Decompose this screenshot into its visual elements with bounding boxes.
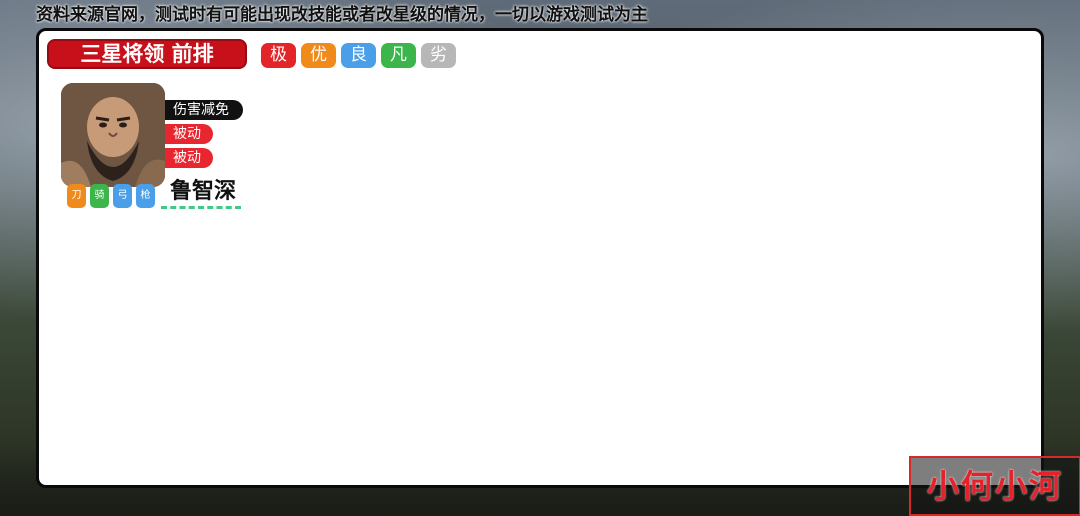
author-watermark: 小何小河 (909, 456, 1080, 516)
hero-portrait-image (61, 83, 165, 187)
tier-badge-lie: 劣 (421, 43, 456, 68)
tier-badge-you: 优 (301, 43, 336, 68)
tier-badge-fan: 凡 (381, 43, 416, 68)
weapon-badge-spear: 枪 (136, 184, 155, 208)
weapon-badge-cavalry: 骑 (90, 184, 109, 208)
source-notice: 资料来源官网，测试时有可能出现改技能或者改星级的情况，一切以游戏测试为主 (36, 5, 648, 25)
weapon-types: 刀 骑 弓 枪 (67, 184, 155, 208)
hero-portrait (61, 83, 165, 187)
hero-panel: 三星将领 前排 极 优 良 凡 劣 伤害减免 被动 被动 刀 骑 弓 枪 鲁智深 (36, 28, 1044, 488)
hero-name: 鲁智深 (169, 179, 236, 204)
tier-badge-ji: 极 (261, 43, 296, 68)
tier-badge-liang: 良 (341, 43, 376, 68)
skill-tag-passive-2: 被动 (165, 148, 213, 168)
weapon-badge-bow: 弓 (113, 184, 132, 208)
weapon-badge-sword: 刀 (67, 184, 86, 208)
hero-card[interactable]: 伤害减免 被动 被动 刀 骑 弓 枪 鲁智深 (61, 83, 261, 213)
tier-legend: 极 优 良 凡 劣 (261, 43, 456, 68)
hero-name-underline (161, 206, 241, 209)
skill-tag-passive-1: 被动 (165, 124, 213, 144)
panel-title: 三星将领 前排 (47, 39, 247, 69)
skill-tag-damage-reduction: 伤害减免 (165, 100, 243, 120)
